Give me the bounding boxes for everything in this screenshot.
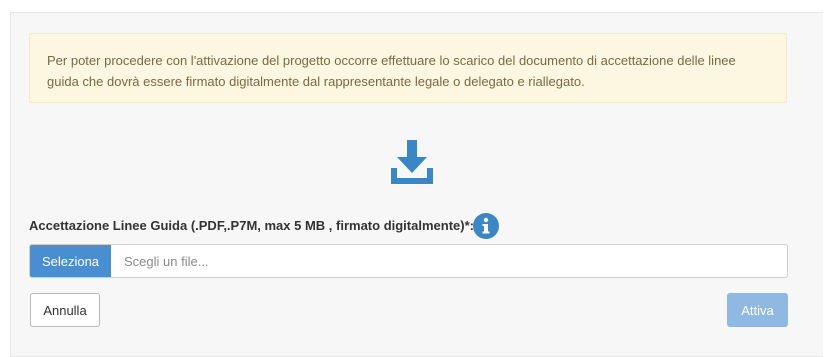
info-circle-icon[interactable] [472, 212, 500, 240]
alert-text-line-1: Per poter procedere con l'attivazione de… [47, 53, 736, 68]
file-name-placeholder[interactable]: Scegli un file... [111, 245, 787, 277]
alert-text-line-2: guida che dovrà essere firmato digitalme… [47, 74, 585, 89]
file-upload-input[interactable]: Seleziona Scegli un file... [29, 244, 788, 278]
upload-field-label: Accettazione Linee Guida (.PDF,.P7M, max… [29, 218, 474, 233]
activate-button[interactable]: Attiva [727, 293, 788, 327]
guidelines-alert: Per poter procedere con l'attivazione de… [29, 33, 787, 103]
activation-panel: Per poter procedere con l'attivazione de… [10, 12, 823, 357]
cancel-button[interactable]: Annulla [30, 293, 100, 327]
select-file-button[interactable]: Seleziona [30, 245, 111, 277]
download-icon[interactable] [388, 139, 436, 187]
